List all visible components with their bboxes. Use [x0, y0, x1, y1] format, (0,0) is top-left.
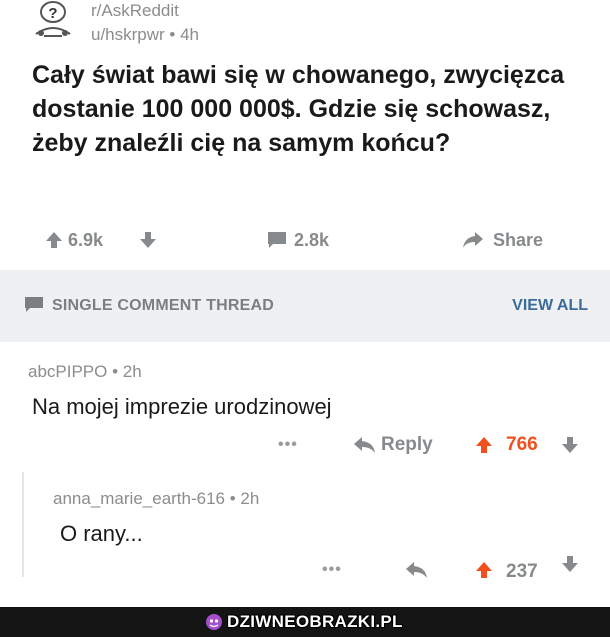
reply-label: Reply — [381, 434, 433, 455]
post-comment-count: 2.8k — [294, 229, 330, 250]
upvote-icon — [476, 437, 492, 453]
post-author-line[interactable]: u/hskrpwr • 4h — [91, 25, 199, 45]
comment-icon — [24, 296, 44, 319]
reply-button[interactable]: Reply — [353, 430, 433, 460]
reply-body: O rany... — [60, 521, 143, 546]
watermark-text: DZIWNEOBRAZKI.PL — [227, 612, 403, 631]
section-title: SINGLE COMMENT THREAD — [52, 297, 274, 314]
post-upvote-button[interactable] — [44, 225, 64, 255]
reply-actions: ••• 237 — [0, 555, 610, 585]
reply-downvote-button[interactable] — [560, 549, 580, 579]
reply-icon — [354, 437, 375, 453]
more-icon[interactable]: ••• — [322, 555, 342, 585]
post-actions: 6.9k 2.8k Share — [0, 225, 610, 255]
reply-score: 237 — [506, 561, 538, 582]
more-icon[interactable]: ••• — [278, 430, 298, 460]
reply-upvote-button[interactable] — [474, 555, 494, 585]
subreddit-name[interactable]: r/AskReddit — [91, 1, 179, 21]
watermark-bar: DZIWNEOBRAZKI.PL — [0, 607, 610, 637]
share-icon — [463, 232, 483, 248]
watermark: DZIWNEOBRAZKI.PL — [205, 612, 403, 632]
reply-author-line[interactable]: anna_marie_earth-616 • 2h — [53, 489, 259, 509]
comment-upvote-button[interactable] — [474, 430, 494, 460]
comment-icon — [268, 232, 286, 248]
post-share-button[interactable]: Share — [461, 225, 543, 255]
comment-author-line[interactable]: abcPIPPO • 2h — [28, 362, 142, 382]
watermark-logo-icon — [206, 614, 222, 630]
downvote-icon — [140, 232, 156, 248]
comment-actions: ••• Reply 766 — [0, 430, 610, 460]
single-thread-bar: SINGLE COMMENT THREAD VIEW ALL — [0, 270, 610, 342]
comment-body: Na mojej imprezie urodzinowej — [32, 394, 332, 419]
reply-icon — [406, 562, 427, 578]
post-comments-button[interactable]: 2.8k — [266, 225, 329, 255]
comment-score: 766 — [506, 434, 538, 455]
svg-text:?: ? — [48, 5, 57, 22]
share-label: Share — [493, 229, 544, 250]
post-title: Cały świat bawi się w chowanego, zwycięz… — [32, 61, 565, 157]
post-downvote-button[interactable] — [138, 225, 158, 255]
upvote-icon — [46, 232, 62, 248]
subreddit-avatar-icon[interactable]: ? — [32, 0, 74, 42]
post-score: 6.9k — [68, 229, 104, 250]
upvote-icon — [476, 562, 492, 578]
downvote-icon — [562, 437, 578, 453]
reply-button[interactable] — [405, 555, 429, 585]
comment-downvote-button[interactable] — [560, 430, 580, 460]
post-header: ? r/AskReddit u/hskrpwr • 4h — [0, 0, 610, 52]
downvote-icon — [562, 556, 578, 572]
view-all-link[interactable]: VIEW ALL — [512, 297, 588, 315]
